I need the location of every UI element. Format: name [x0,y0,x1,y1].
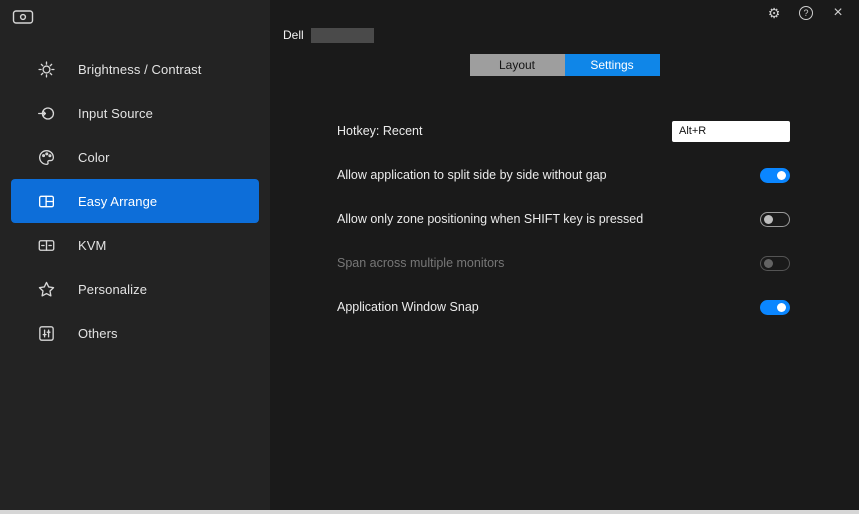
main-panel: ⚙ ? × Dell Layout Settings Hotkey: Recen… [270,0,859,514]
sidebar-item-label: Others [78,326,118,341]
color-icon [37,148,56,167]
hotkey-row: Hotkey: Recent [337,114,790,148]
sidebar-item-color[interactable]: Color [11,135,259,179]
sidebar-item-kvm[interactable]: KVM [11,223,259,267]
sidebar-item-label: Easy Arrange [78,194,157,209]
monitor-header: Dell [283,27,859,43]
sidebar-item-label: Input Source [78,106,153,121]
sidebar-item-others[interactable]: Others [11,311,259,355]
sidebar-item-label: Brightness / Contrast [78,62,202,77]
toggle-span-multiple-monitors [760,256,790,271]
brightness-icon [37,60,56,79]
setting-label: Allow only zone positioning when SHIFT k… [337,212,643,226]
setting-row: Span across multiple monitors [337,241,790,285]
setting-label: Allow application to split side by side … [337,168,607,182]
app-logo-icon [12,9,34,25]
setting-label: Application Window Snap [337,300,479,314]
sidebar-item-label: Color [78,150,110,165]
toggle-shift-zone-positioning[interactable] [760,212,790,227]
input-source-icon [37,104,56,123]
toggle-application-window-snap[interactable] [760,300,790,315]
easy-arrange-icon [37,192,56,211]
tab-bar: Layout Settings [270,54,859,76]
sidebar-item-personalize[interactable]: Personalize [11,267,259,311]
setting-row: Allow only zone positioning when SHIFT k… [337,197,790,241]
sidebar-nav: Brightness / Contrast Input Source [0,47,270,355]
setting-row: Application Window Snap [337,285,790,329]
sidebar-item-easy-arrange[interactable]: Easy Arrange [11,179,259,223]
sidebar: Brightness / Contrast Input Source [0,0,270,514]
personalize-icon [37,280,56,299]
hotkey-label: Hotkey: Recent [337,124,422,138]
bottom-edge-strip [0,510,859,514]
setting-label: Span across multiple monitors [337,256,504,270]
sidebar-item-label: Personalize [78,282,147,297]
kvm-icon [37,236,56,255]
monitor-model-redacted [311,28,374,43]
close-icon[interactable]: × [830,5,846,21]
settings-panel: Hotkey: Recent Allow application to spli… [337,114,790,329]
settings-gear-icon[interactable]: ⚙ [766,6,782,20]
setting-row: Allow application to split side by side … [337,153,790,197]
others-icon [37,324,56,343]
sidebar-item-input-source[interactable]: Input Source [11,91,259,135]
monitor-name: Dell [283,28,304,42]
tab-settings[interactable]: Settings [565,54,660,76]
hotkey-input[interactable] [672,121,790,142]
help-icon[interactable]: ? [799,6,813,20]
sidebar-item-label: KVM [78,238,106,253]
titlebar: ⚙ ? × [270,0,859,26]
toggle-split-side-by-side[interactable] [760,168,790,183]
settings-rows: Allow application to split side by side … [337,153,790,329]
dell-display-manager-window: Brightness / Contrast Input Source [0,0,859,514]
sidebar-item-brightness-contrast[interactable]: Brightness / Contrast [11,47,259,91]
tab-layout[interactable]: Layout [470,54,565,76]
